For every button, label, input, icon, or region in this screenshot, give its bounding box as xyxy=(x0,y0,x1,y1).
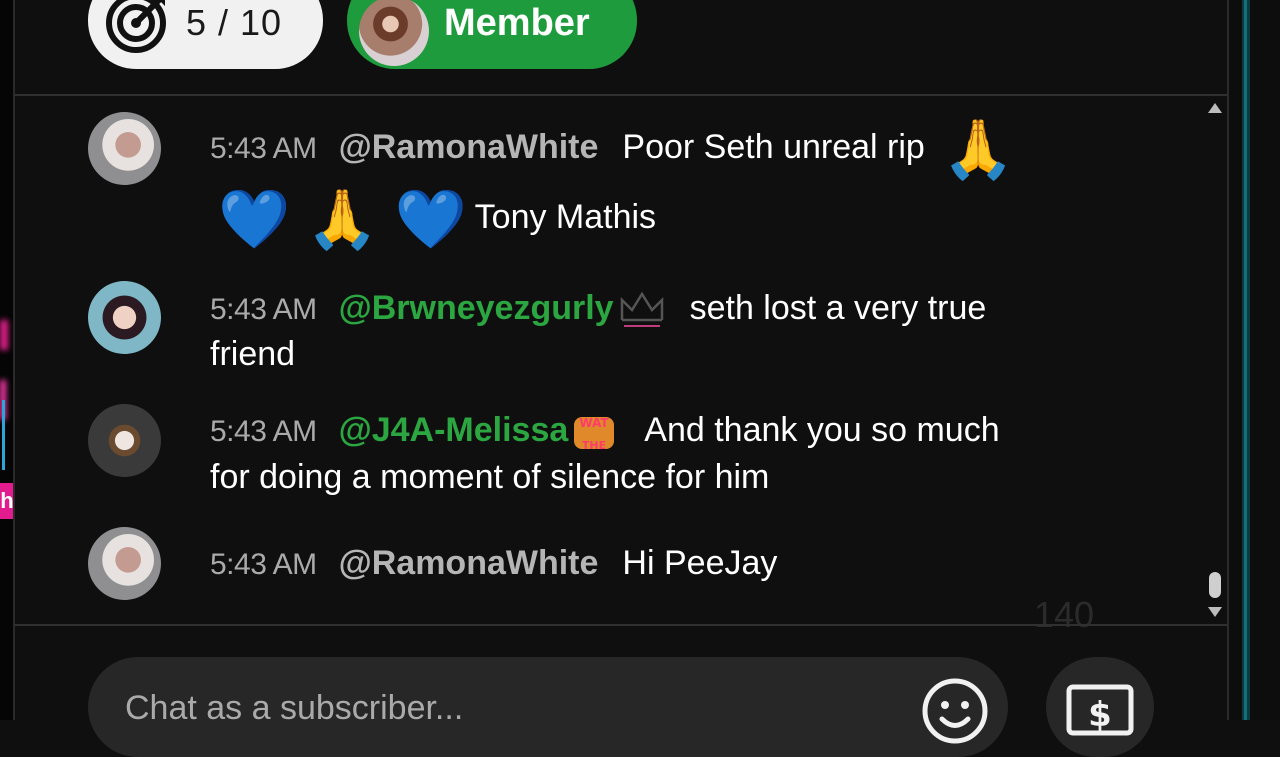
crown-badge-icon xyxy=(620,291,663,328)
chat-input-placeholder: Chat as a subscriber... xyxy=(125,689,464,727)
message-text-continued: Tony Mathis xyxy=(474,198,657,236)
message-author[interactable]: @RamonaWhite xyxy=(339,128,599,166)
message-text: Poor Seth unreal rip xyxy=(622,128,925,166)
emoji-icon[interactable] xyxy=(920,676,990,746)
wat-the-badge-icon: WAT THE xyxy=(574,416,615,452)
right-edge-strip xyxy=(1228,0,1280,720)
message-author[interactable]: @RamonaWhite xyxy=(339,544,599,582)
message-time: 5:43 AM xyxy=(210,548,317,581)
right-teal-border xyxy=(1242,0,1250,720)
chat-message-list[interactable]: 5:43 AM @RamonaWhite Poor Seth unreal rip … xyxy=(15,96,1205,624)
folded-hands-emoji: 🙏 xyxy=(306,185,379,254)
blue-heart-emoji: 💙 xyxy=(218,185,291,254)
message-author[interactable]: @J4A-Melissa xyxy=(339,411,569,449)
viewer-count: 140 xyxy=(1034,594,1095,635)
message-text: Hi PeeJay xyxy=(622,544,778,582)
left-video-strip: h xyxy=(0,0,14,720)
member-badge-pill[interactable]: Member xyxy=(347,0,637,69)
avatar[interactable] xyxy=(88,527,161,600)
scroll-down-icon[interactable] xyxy=(1208,607,1222,617)
avatar[interactable] xyxy=(88,281,161,354)
blue-heart-emoji: 💙 xyxy=(394,185,467,254)
message-author[interactable]: @Brwneyezgurly xyxy=(339,289,614,327)
svg-text:$: $ xyxy=(1088,695,1112,735)
super-chat-button[interactable]: $ xyxy=(1046,657,1154,757)
message-text: And thank you so much xyxy=(644,411,1000,449)
message-text: seth lost a very true xyxy=(689,289,987,327)
super-chat-icon: $ xyxy=(1066,684,1134,736)
avatar[interactable] xyxy=(88,404,161,477)
member-avatar xyxy=(359,0,429,66)
svg-text:WAT: WAT xyxy=(580,416,610,430)
target-icon xyxy=(106,0,166,53)
message-text-continued: friend xyxy=(210,335,296,373)
input-divider xyxy=(15,624,1227,626)
message-text-continued: for doing a moment of silence for him xyxy=(210,458,770,496)
member-label: Member xyxy=(444,2,590,44)
message-time: 5:43 AM xyxy=(210,293,317,326)
scroll-up-icon[interactable] xyxy=(1208,103,1222,113)
message-time: 5:43 AM xyxy=(210,415,317,448)
chat-input[interactable]: Chat as a subscriber... xyxy=(88,657,1008,757)
message-time: 5:43 AM xyxy=(210,132,317,165)
goal-progress-pill[interactable]: 5 / 10 xyxy=(88,0,323,69)
goal-count: 5 / 10 xyxy=(186,2,283,43)
scrollbar-thumb[interactable] xyxy=(1209,572,1221,598)
avatar[interactable] xyxy=(88,112,161,185)
svg-text:THE: THE xyxy=(582,439,606,452)
folded-hands-emoji: 🙏 xyxy=(942,115,1015,184)
